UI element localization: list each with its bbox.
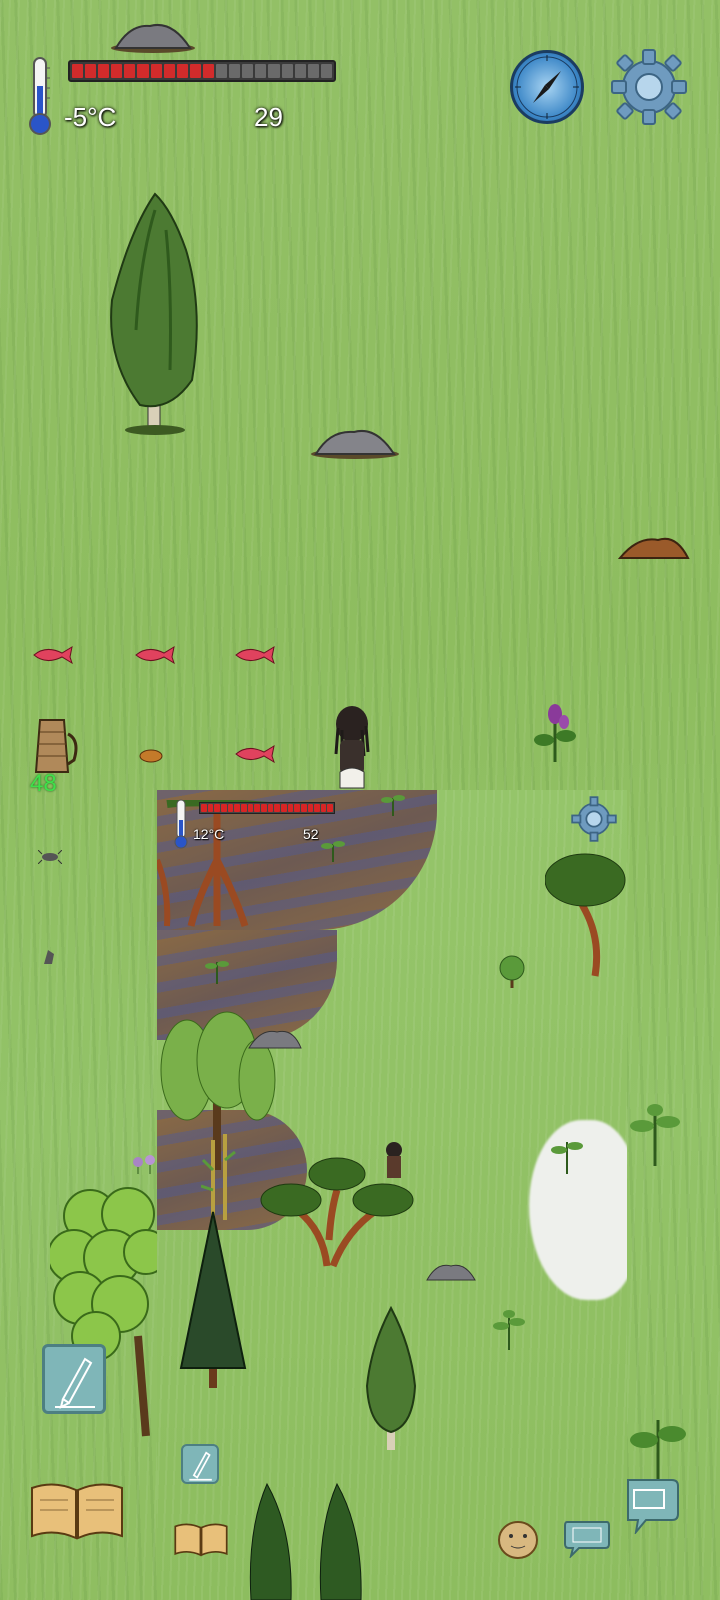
health-segment	[124, 64, 136, 78]
rock[interactable]	[110, 18, 196, 54]
inset-health-segment	[267, 804, 274, 812]
inset-health-segment	[327, 804, 334, 812]
temperature-readout: -5°C	[64, 102, 117, 132]
health-segment	[216, 64, 228, 78]
small-flowers[interactable]	[130, 1152, 160, 1174]
keyboard-chat-button[interactable]	[563, 1518, 611, 1558]
dirt-mound[interactable]	[618, 532, 690, 562]
inset-health-segment	[214, 804, 220, 812]
inset-game-view[interactable]: 12°C 52	[157, 790, 627, 1600]
pencil-icon	[55, 1357, 95, 1409]
inset-health-segment	[207, 804, 214, 812]
other-player[interactable]	[381, 1140, 407, 1186]
small-stone[interactable]	[42, 948, 56, 966]
health-segment	[85, 64, 97, 78]
red-fish-item[interactable]	[134, 645, 176, 665]
inset-health-segment	[300, 804, 307, 812]
insect[interactable]	[38, 850, 62, 864]
player-character[interactable]	[330, 702, 374, 790]
health-segment	[294, 64, 306, 78]
inset-temperature-readout: 12°C	[193, 826, 225, 842]
red-fish-item[interactable]	[32, 645, 74, 665]
inset-health-segment	[254, 804, 260, 812]
compass-icon	[515, 55, 579, 119]
health-segment	[163, 64, 175, 78]
health-segment	[98, 64, 110, 78]
thermometer-icon	[174, 799, 188, 849]
inset-health-segment	[260, 804, 267, 812]
inset-day-counter: 52	[303, 826, 319, 842]
health-segment	[320, 64, 332, 78]
settings-gear-icon[interactable]	[571, 796, 617, 842]
nut-item[interactable]	[138, 748, 164, 764]
leafy-plant[interactable]	[491, 1306, 527, 1350]
inset-health-segment	[320, 804, 327, 812]
pine-tree[interactable]	[173, 1208, 253, 1388]
health-segment	[281, 64, 293, 78]
health-segment	[72, 64, 84, 78]
red-fish-item[interactable]	[234, 645, 276, 665]
inset-health-segment	[234, 804, 240, 812]
rock[interactable]	[247, 1026, 303, 1050]
write-note-button[interactable]	[42, 1344, 106, 1414]
inset-health-segment	[314, 804, 320, 812]
cypress-tree[interactable]	[361, 1306, 421, 1450]
health-segment	[202, 64, 215, 78]
seedling[interactable]	[203, 954, 231, 984]
journal-book-button[interactable]	[173, 1520, 229, 1558]
leafy-plant[interactable]	[628, 1400, 688, 1480]
health-segment	[268, 64, 280, 78]
pencil-icon	[189, 1451, 212, 1481]
thermometer-icon	[29, 57, 51, 135]
red-fish-item[interactable]	[234, 744, 276, 764]
inset-health-segment	[294, 804, 300, 812]
health-segment	[229, 64, 241, 78]
leafy-plant[interactable]	[549, 1130, 585, 1174]
rock[interactable]	[310, 422, 400, 460]
seedling[interactable]	[379, 790, 407, 816]
health-segment	[255, 64, 267, 78]
eggplant-plant[interactable]	[532, 700, 578, 764]
keyboard-chat-button[interactable]	[626, 1476, 680, 1534]
inset-health-segment	[274, 804, 280, 812]
settings-gear-icon[interactable]	[610, 48, 688, 126]
rock[interactable]	[425, 1260, 477, 1282]
health-segment	[176, 64, 188, 78]
inset-health-segment	[227, 804, 234, 812]
inset-health-segment	[280, 804, 287, 812]
leafy-plant[interactable]	[628, 1100, 682, 1166]
seedling[interactable]	[319, 836, 347, 862]
inset-health-bar	[199, 802, 335, 814]
inset-health-segment	[287, 804, 294, 812]
basket-icon[interactable]	[34, 716, 80, 776]
small-bush[interactable]	[497, 954, 527, 988]
bag-item-count: 48	[30, 770, 57, 797]
compass-button[interactable]	[510, 50, 584, 124]
inset-health-segment	[307, 804, 314, 812]
health-segment	[150, 64, 162, 78]
journal-book-button[interactable]	[28, 1478, 126, 1542]
inset-health-segment	[220, 804, 227, 812]
health-segment	[307, 64, 319, 78]
health-bar	[68, 60, 336, 82]
inset-write-note-button[interactable]	[181, 1444, 219, 1484]
bamboo[interactable]	[201, 1130, 237, 1220]
cypress-tree[interactable]	[100, 190, 210, 438]
potato-face-icon[interactable]	[497, 1520, 539, 1560]
inset-health-segment	[247, 804, 254, 812]
health-segment	[189, 64, 201, 78]
day-counter: 29	[254, 102, 283, 132]
inset-health-segment	[240, 804, 247, 812]
health-segment	[137, 64, 149, 78]
health-segment	[242, 64, 254, 78]
inset-health-segment	[201, 804, 207, 812]
cypress-grove[interactable]	[237, 1480, 397, 1600]
health-segment	[111, 64, 123, 78]
twisted-tree[interactable]	[545, 850, 627, 980]
